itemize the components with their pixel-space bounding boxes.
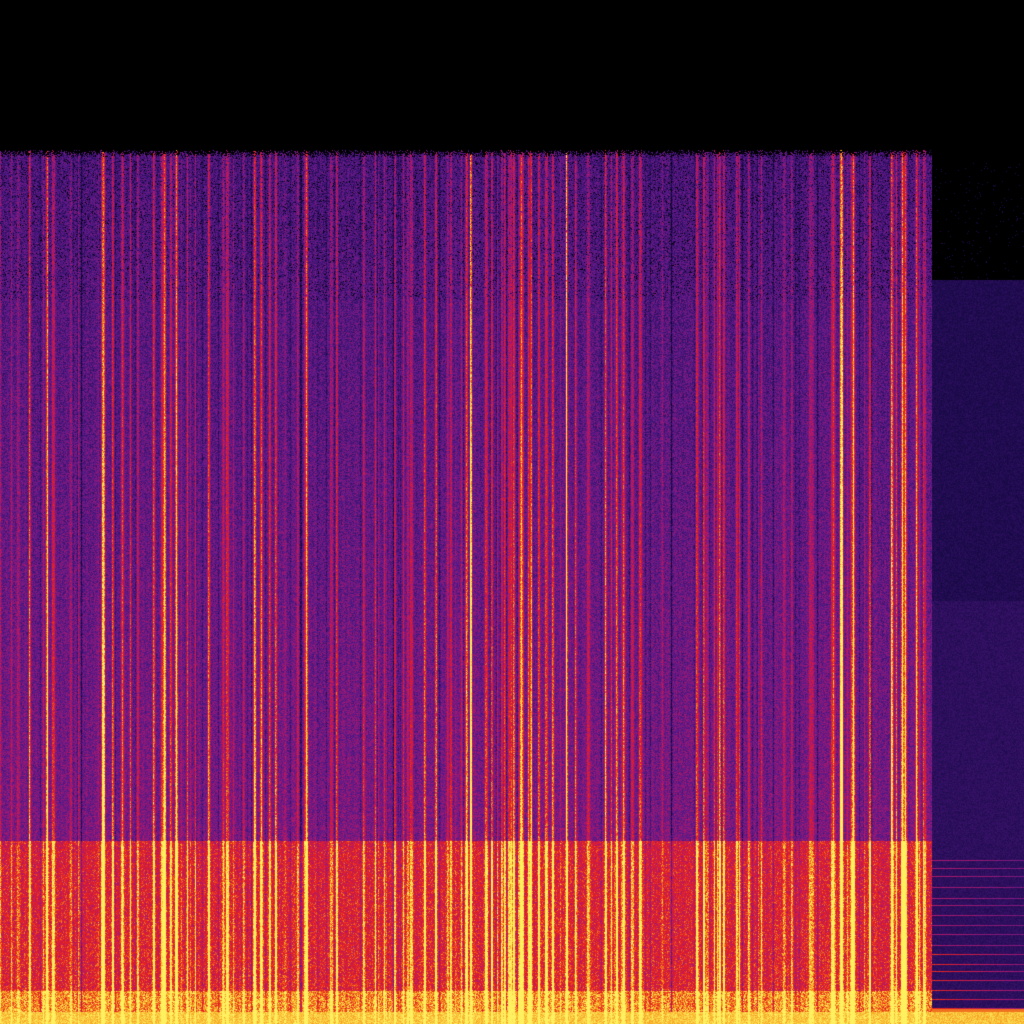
spectrogram-image [0, 0, 1024, 1024]
spectrogram-canvas [0, 0, 1024, 1024]
